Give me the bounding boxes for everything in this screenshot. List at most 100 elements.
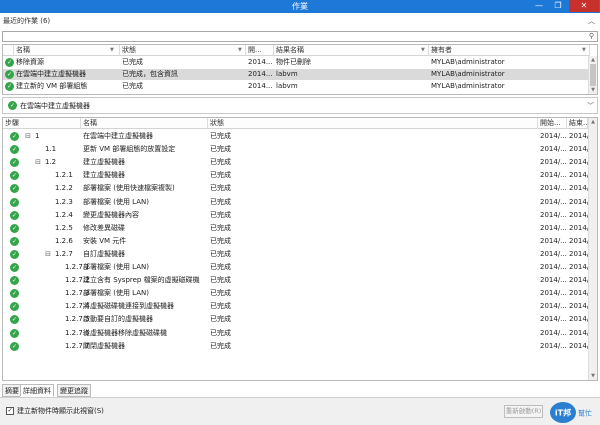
step-row[interactable]: ✓1.2.6安裝 VM 元件已完成2014/...2014/... [3, 236, 588, 247]
logo-mark: iT邦 [555, 408, 571, 418]
tree-collapse-icon[interactable]: ⊟ [34, 157, 42, 168]
expand-icon[interactable]: ﹀ [587, 101, 594, 111]
close-button[interactable]: ✕ [569, 0, 599, 12]
status-success-icon: ✓ [10, 249, 19, 259]
step-status-cell: 已完成 [210, 171, 231, 180]
step-name-cell: 部署檔案 (使用 LAN) [83, 263, 149, 271]
status-success-icon: ✓ [10, 302, 19, 312]
step-start-cell: 2014/... [540, 302, 567, 311]
job-row[interactable]: ✓ 在雲端中建立虛擬機器 已完成，包含資訊 2014... labvm MYLAB\adm… [3, 69, 588, 80]
status-success-icon: ✓ [10, 276, 19, 286]
filter-icon[interactable]: ▼ [238, 45, 242, 56]
search-input[interactable]: ⚲ [2, 31, 598, 42]
tree-collapse-icon[interactable]: ⊟ [44, 249, 52, 260]
jobs-header-icon-col [3, 45, 14, 56]
status-success-icon: ✓ [10, 171, 19, 181]
steps-col-name[interactable]: 名稱 [81, 118, 208, 129]
jobs-col-start[interactable]: 開... [246, 45, 274, 56]
job-result-cell: labvm [276, 70, 298, 78]
steps-col-status[interactable]: 狀態 [208, 118, 538, 129]
step-start-cell: 2014/... [540, 263, 567, 271]
step-row[interactable]: ✓1.2.7.3部署檔案 (使用 LAN)已完成2014/...2014/... [3, 288, 588, 299]
steps-col-step[interactable]: 步驟 [3, 118, 81, 129]
step-start-cell: 2014/... [540, 236, 567, 245]
status-success-icon: ✓ [10, 132, 19, 141]
jobs-col-name[interactable]: 名稱 [14, 45, 120, 56]
step-status-cell: 已完成 [210, 145, 231, 154]
scroll-thumb[interactable] [590, 64, 596, 86]
tree-collapse-icon[interactable]: ⊟ [24, 131, 32, 142]
filter-icon[interactable]: ▼ [582, 45, 586, 56]
steps-table: 步驟 名稱 狀態 開始... 結束... ✓ ⊟ 1 在雲端中建立虛擬機器 已完成 201… [2, 117, 598, 381]
filter-icon[interactable]: ▼ [110, 45, 114, 56]
step-row[interactable]: ✓1.2.1建立虛擬機器已完成2014/...2014/... [3, 170, 588, 181]
logo-text: 幫忙 [578, 409, 592, 418]
tab-change-tracking[interactable]: 變更追蹤 [57, 384, 91, 397]
status-success-icon: ✓ [8, 101, 17, 110]
scroll-up-arrow-icon[interactable]: ▲ [589, 118, 597, 126]
job-result-cell: labvm [276, 82, 298, 90]
restart-button[interactable]: 重新啟動(R) [504, 405, 543, 418]
step-row[interactable]: ✓1.2.7.4將虛擬磁碟機連接到虛擬機器已完成2014/...2014/... [3, 301, 588, 312]
status-success-icon: ✓ [10, 223, 19, 233]
step-name-cell: 更新 VM 部署組態的放置設定 [83, 145, 176, 154]
job-status-cell: 已完成，包含資訊 [122, 70, 178, 78]
job-row[interactable]: ✓ 建立新的 VM 部署組態 已完成 2014... labvm MYLAB\admini… [3, 81, 588, 92]
step-row[interactable]: ✓⊟1在雲端中建立虛擬機器已完成2014/...2014/... [3, 131, 588, 142]
tab-details[interactable]: 詳細資料 [20, 384, 54, 397]
filter-icon[interactable]: ▼ [421, 45, 425, 56]
step-start-cell: 2014/... [540, 315, 567, 324]
job-row[interactable]: ✓ 移除資源 已完成 2014... 物件已刪除 MYLAB\administrator [3, 57, 588, 68]
jobs-scrollbar[interactable]: ▲ ▼ [588, 56, 597, 94]
step-status-cell: 已完成 [210, 341, 231, 350]
step-end-cell: 2014/... [569, 263, 588, 271]
collapse-icon[interactable]: ︿ [588, 16, 595, 26]
step-row[interactable]: ✓1.2.7.6從虛擬機器移除虛擬磁碟機已完成2014/...2014/... [3, 328, 588, 339]
step-row[interactable]: ✓1.2.3部署檔案 (使用 LAN)已完成2014/...2014/... [3, 197, 588, 208]
job-name-cell: 在雲端中建立虛擬機器 [16, 70, 86, 78]
job-owner-cell: MYLAB\administrator [431, 58, 505, 66]
step-name-cell: 將虛擬磁碟機連接到虛擬機器 [83, 302, 174, 311]
step-end-cell: 2014/... [569, 328, 588, 337]
scroll-down-arrow-icon[interactable]: ▼ [589, 86, 597, 94]
step-end-cell: 2014/... [569, 145, 588, 154]
jobs-col-result[interactable]: 結果名稱 [274, 45, 429, 56]
step-name-cell: 啟動要自訂的虛擬機器 [83, 315, 153, 324]
step-status-cell: 已完成 [210, 158, 231, 167]
steps-scrollbar[interactable]: ▲ ▼ [588, 118, 597, 380]
step-row[interactable]: ✓1.1更新 VM 部署組態的放置設定已完成2014/...2014/... [3, 144, 588, 155]
tab-summary[interactable]: 摘要 [2, 384, 22, 397]
step-row[interactable]: ✓1.2.5修改差異磁碟已完成2014/...2014/... [3, 223, 588, 234]
job-status-cell: 已完成 [122, 58, 143, 66]
jobs-col-status[interactable]: 狀態 [120, 45, 246, 56]
maximize-button[interactable]: ❐ [549, 0, 567, 12]
step-name-cell: 建立虛擬機器 [83, 171, 125, 180]
step-name-cell: 從虛擬機器移除虛擬磁碟機 [83, 328, 167, 337]
step-row[interactable]: ✓1.2.7.1部署檔案 (使用 LAN)已完成2014/...2014/... [3, 262, 588, 273]
scroll-down-arrow-icon[interactable]: ▼ [589, 372, 597, 380]
scroll-up-arrow-icon[interactable]: ▲ [589, 56, 597, 64]
show-window-checkbox[interactable]: ✓ [6, 407, 14, 415]
step-row[interactable]: ✓1.2.4變更虛擬機器內容已完成2014/...2014/... [3, 210, 588, 221]
step-row[interactable]: ✓1.2.7.5啟動要自訂的虛擬機器已完成2014/...2014/... [3, 314, 588, 325]
steps-col-end[interactable]: 結束... [567, 118, 588, 129]
jobs-col-owner[interactable]: 擁有者 [429, 45, 590, 56]
step-row[interactable]: ✓⊟1.2.7自訂虛擬機器已完成2014/...2014/... [3, 249, 588, 260]
step-row[interactable]: ✓ 1.2.7.2 建立含有 Sysprep 檔案的虛擬磁碟機 已完成 2014/...… [3, 275, 588, 286]
steps-col-start[interactable]: 開始... [538, 118, 567, 129]
step-name-cell: 部署檔案 (使用快速檔案複製) [83, 184, 175, 193]
status-success-icon: ✓ [10, 236, 19, 246]
step-start-cell: 2014/... [540, 132, 567, 140]
step-status-cell: 已完成 [210, 210, 231, 219]
step-row[interactable]: ✓1.2.2部署檔案 (使用快速檔案複製)已完成2014/...2014/... [3, 183, 588, 194]
status-success-icon: ✓ [5, 82, 14, 91]
show-window-label[interactable]: 建立新物件時顯示此視窗(S) [17, 406, 104, 416]
step-row[interactable]: ✓1.2.7.7關閉虛擬機器已完成2014/...2014/... [3, 341, 588, 352]
step-row[interactable]: ✓⊟1.2建立虛擬機器已完成2014/...2014/... [3, 157, 588, 168]
status-success-icon: ✓ [10, 263, 19, 272]
step-status-cell: 已完成 [210, 328, 231, 337]
job-name-cell: 移除資源 [16, 58, 44, 66]
job-name-cell: 建立新的 VM 部署組態 [16, 82, 88, 90]
minimize-button[interactable]: — [530, 0, 548, 12]
step-status-cell: 已完成 [210, 236, 231, 245]
